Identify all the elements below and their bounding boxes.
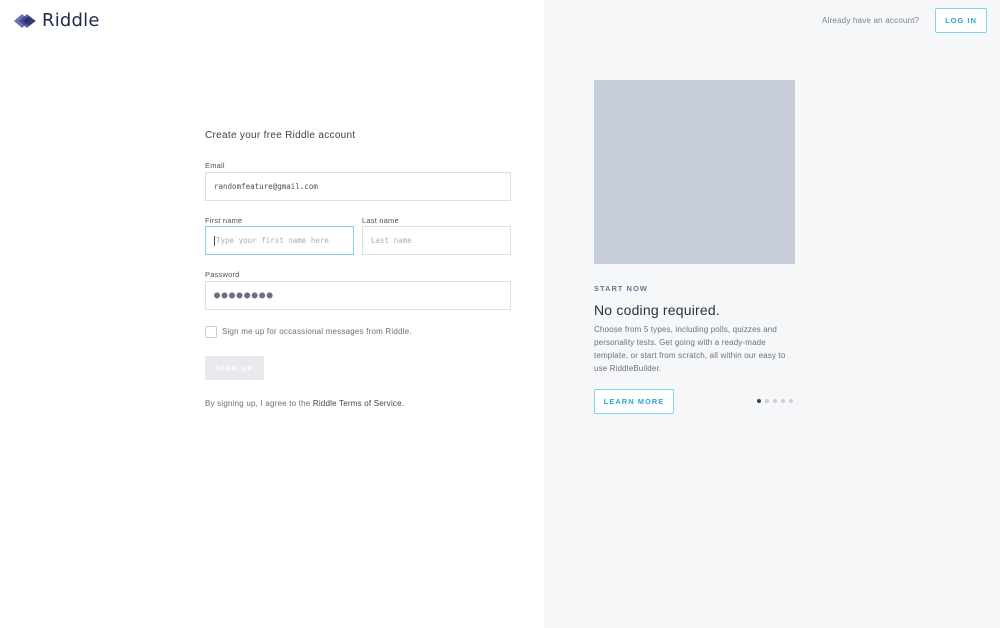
last-name-label: Last name — [362, 216, 399, 225]
newsletter-label[interactable]: Sign me up for occassional messages from… — [222, 327, 412, 336]
carousel-dot[interactable] — [781, 399, 785, 403]
riddle-logo[interactable]: Riddle — [12, 10, 100, 31]
first-name-placeholder: Type your first name here — [216, 236, 329, 245]
email-field[interactable]: randomfeature@gmail.com — [205, 172, 511, 201]
password-value: ●●●●●●●● — [214, 290, 275, 301]
terms-prefix: By signing up, I agree to the — [205, 399, 313, 408]
signup-button[interactable]: SIGN UP — [205, 356, 264, 380]
email-value: randomfeature@gmail.com — [214, 182, 318, 191]
carousel-dot[interactable] — [757, 399, 761, 403]
password-field[interactable]: ●●●●●●●● — [205, 281, 511, 310]
promo-headline: No coding required. — [594, 302, 720, 318]
first-name-label: First name — [205, 216, 243, 225]
signup-form: Create your free Riddle account — [205, 130, 511, 141]
first-name-field[interactable]: Type your first name here — [205, 226, 354, 255]
last-name-field[interactable]: Last name — [362, 226, 511, 255]
promo-image — [594, 80, 795, 264]
email-label: Email — [205, 161, 225, 170]
text-caret — [214, 235, 215, 246]
carousel-pager — [757, 399, 793, 403]
newsletter-checkbox[interactable] — [205, 326, 217, 338]
already-account-text: Already have an account? — [822, 16, 920, 25]
password-label: Password — [205, 270, 240, 279]
learn-more-button[interactable]: LEARN MORE — [594, 389, 674, 414]
last-name-placeholder: Last name — [371, 236, 412, 245]
terms-text: By signing up, I agree to the Riddle Ter… — [205, 399, 404, 408]
form-title: Create your free Riddle account — [205, 130, 356, 141]
login-button[interactable]: LOG IN — [935, 8, 987, 33]
carousel-dot[interactable] — [765, 399, 769, 403]
carousel-dot[interactable] — [789, 399, 793, 403]
riddle-logo-icon — [14, 13, 36, 28]
terms-of-service-link[interactable]: Riddle Terms of Service. — [313, 399, 404, 408]
signup-panel: Riddle Create your free Riddle account E… — [0, 0, 544, 628]
promo-description: Choose from 5 types, including polls, qu… — [594, 325, 786, 373]
carousel-dot[interactable] — [773, 399, 777, 403]
promo-eyebrow: START NOW — [594, 284, 648, 293]
brand-name: Riddle — [42, 10, 100, 31]
